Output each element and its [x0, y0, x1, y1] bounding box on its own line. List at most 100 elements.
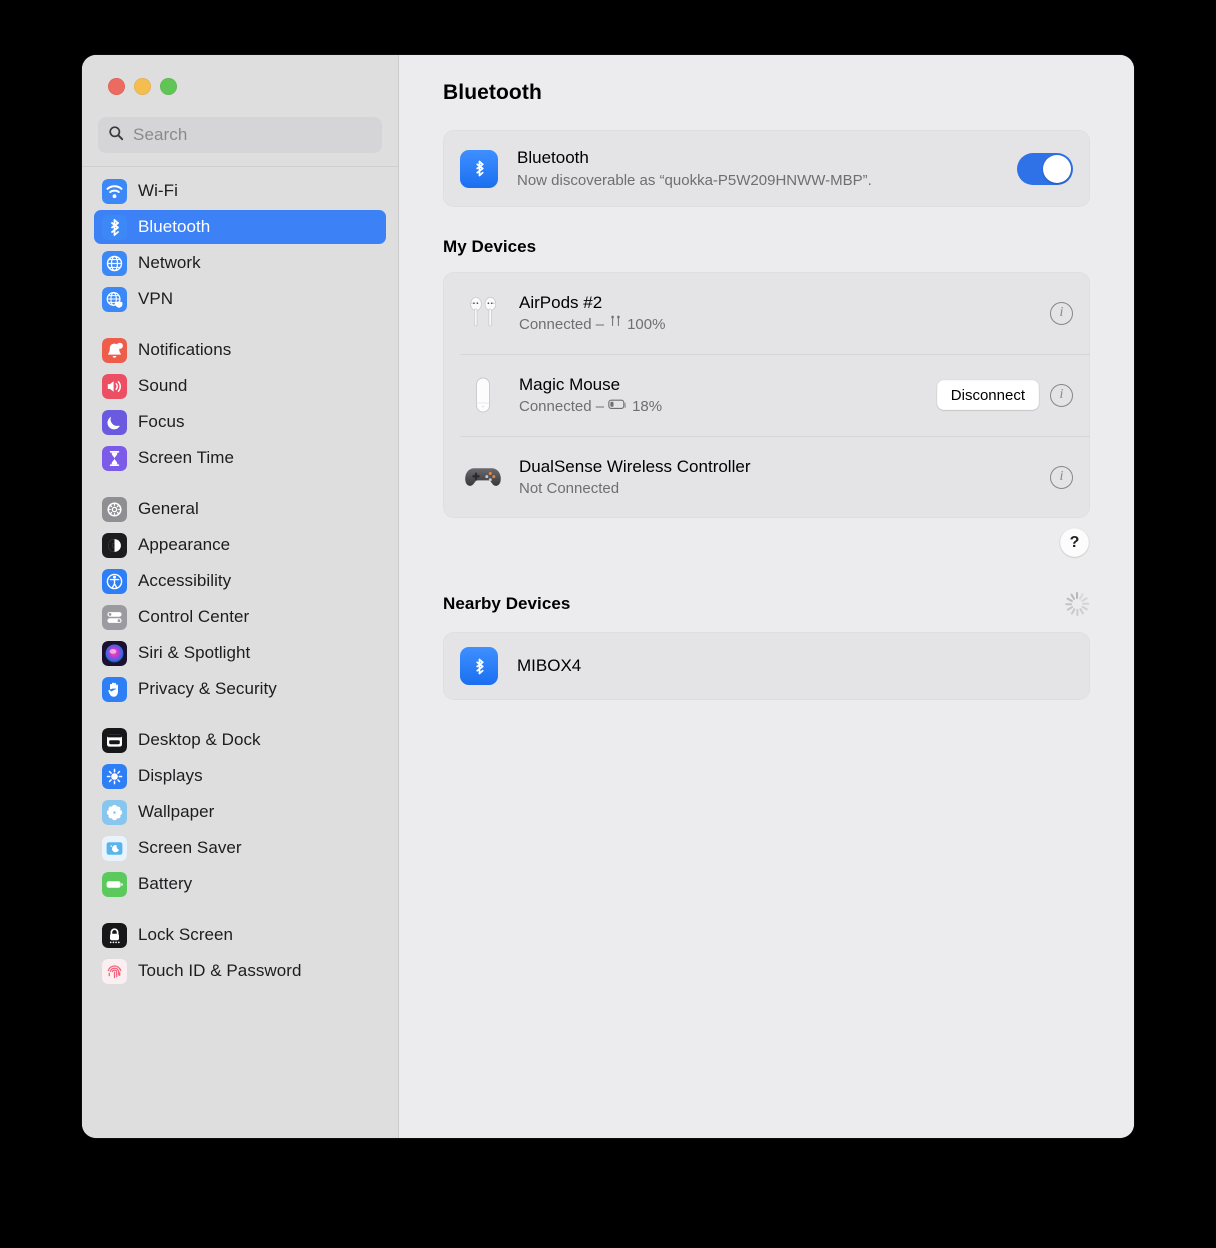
appearance-contrast-icon	[102, 532, 127, 558]
sidebar-item-label: Focus	[138, 412, 185, 431]
vpn-globe-shield-icon	[102, 286, 127, 312]
device-status: Not Connected	[519, 478, 1050, 499]
sidebar-item-lock-screen[interactable]: Lock Screen	[94, 918, 386, 952]
sidebar-item-control-center[interactable]: Control Center	[94, 600, 386, 634]
zoom-button[interactable]	[160, 77, 177, 95]
sidebar-item-label: Bluetooth	[138, 217, 211, 236]
device-actions: i	[1050, 301, 1073, 325]
sidebar-item-sound[interactable]: Sound	[94, 369, 386, 403]
table-row[interactable]: DualSense Wireless Controller Not Connec…	[443, 436, 1090, 518]
fingerprint-icon	[102, 958, 127, 984]
sidebar-item-bluetooth[interactable]: Bluetooth	[94, 210, 386, 244]
sidebar-list[interactable]: Wi-Fi Bluetooth Network VPN Notification…	[82, 166, 398, 1138]
device-battery-percent: 100%	[627, 316, 666, 333]
device-actions: i	[1050, 465, 1073, 489]
bell-icon	[102, 337, 127, 363]
battery-low-icon	[608, 396, 628, 417]
device-status-text: Not Connected	[519, 480, 620, 497]
sidebar-group-general: General Appearance Accessibility Control…	[94, 492, 386, 706]
device-name: DualSense Wireless Controller	[519, 457, 751, 476]
sidebar: Search Wi-Fi Bluetooth Network VPN Notif…	[82, 55, 399, 1138]
sidebar-item-wifi[interactable]: Wi-Fi	[94, 174, 386, 208]
loading-spinner	[1064, 591, 1090, 617]
sidebar-item-label: Screen Saver	[138, 838, 242, 857]
disconnect-button[interactable]: Disconnect	[936, 380, 1039, 410]
bluetooth-card-status: Now discoverable as “quokka-P5W209HNWW-M…	[517, 171, 872, 189]
desktop-dock-icon	[102, 727, 127, 753]
sidebar-item-label: Battery	[138, 874, 193, 893]
sidebar-item-displays[interactable]: Displays	[94, 759, 386, 793]
sidebar-item-focus[interactable]: Focus	[94, 405, 386, 439]
screen-saver-icon	[102, 835, 127, 861]
sidebar-item-label: Sound	[138, 376, 188, 395]
info-icon[interactable]: i	[1050, 383, 1073, 407]
close-button[interactable]	[108, 77, 125, 95]
hand-privacy-icon	[102, 676, 127, 702]
sidebar-item-label: Accessibility	[138, 571, 232, 590]
sidebar-item-wallpaper[interactable]: Wallpaper	[94, 795, 386, 829]
device-texts: Magic Mouse Connected – 18%	[519, 373, 937, 417]
sidebar-item-accessibility[interactable]: Accessibility	[94, 564, 386, 598]
table-row[interactable]: Magic Mouse Connected – 18% Disconnect i	[443, 354, 1090, 436]
sidebar-item-general[interactable]: General	[94, 492, 386, 526]
sidebar-group-security: Lock Screen Touch ID & Password	[94, 918, 386, 988]
bluetooth-toggle[interactable]	[1017, 152, 1073, 185]
sidebar-item-screen-time[interactable]: Screen Time	[94, 441, 386, 475]
sidebar-item-label: Lock Screen	[138, 925, 234, 944]
info-icon[interactable]: i	[1050, 301, 1073, 325]
sidebar-item-screen-saver[interactable]: Screen Saver	[94, 831, 386, 865]
siri-icon	[102, 640, 127, 666]
device-name: MIBOX4	[517, 656, 582, 675]
device-texts: AirPods #2 Connected – 100%	[519, 291, 1050, 335]
sidebar-item-label: Notifications	[138, 340, 232, 359]
sidebar-item-label: Wi-Fi	[138, 181, 178, 200]
sidebar-item-label: Wallpaper	[138, 802, 215, 821]
bluetooth-icon	[102, 214, 127, 240]
bluetooth-icon	[460, 647, 498, 685]
settings-window: Search Wi-Fi Bluetooth Network VPN Notif…	[82, 55, 1134, 1138]
sidebar-item-network[interactable]: Network	[94, 246, 386, 280]
info-icon[interactable]: i	[1050, 465, 1073, 489]
control-center-icon	[102, 604, 127, 630]
gear-icon	[102, 496, 127, 522]
sidebar-item-label: Privacy & Security	[138, 679, 277, 698]
sidebar-item-label: Desktop & Dock	[138, 730, 261, 749]
sidebar-item-label: Control Center	[138, 607, 250, 626]
search-container: Search	[82, 117, 398, 166]
airpods-battery-icon	[608, 314, 623, 335]
my-devices-title: My Devices	[443, 237, 537, 256]
help-button[interactable]: ?	[1060, 528, 1089, 557]
lock-icon	[102, 922, 127, 948]
hourglass-icon	[102, 445, 127, 471]
device-battery-percent: 18%	[632, 398, 663, 415]
nearby-devices-header: Nearby Devices	[443, 591, 1090, 617]
magic-mouse-icon	[460, 373, 506, 417]
sidebar-item-privacy-security[interactable]: Privacy & Security	[94, 672, 386, 706]
sidebar-item-vpn[interactable]: VPN	[94, 282, 386, 316]
device-name: AirPods #2	[519, 293, 603, 312]
device-name: Magic Mouse	[519, 375, 621, 394]
sidebar-item-appearance[interactable]: Appearance	[94, 528, 386, 562]
sidebar-item-battery[interactable]: Battery	[94, 867, 386, 901]
table-row[interactable]: AirPods #2 Connected – 100% i	[443, 272, 1090, 354]
sidebar-item-touch-id-password[interactable]: Touch ID & Password	[94, 954, 386, 988]
help-row: ?	[443, 528, 1090, 557]
sidebar-item-label: VPN	[138, 289, 174, 308]
search-icon	[108, 125, 124, 146]
airpods-icon	[460, 291, 506, 335]
nearby-devices-title: Nearby Devices	[443, 594, 571, 613]
sidebar-group-system: Notifications Sound Focus Screen Time	[94, 333, 386, 475]
list-item[interactable]: MIBOX4	[443, 632, 1090, 700]
wallpaper-flower-icon	[102, 799, 127, 825]
sidebar-item-siri-spotlight[interactable]: Siri & Spotlight	[94, 636, 386, 670]
nearby-devices-list: MIBOX4	[443, 632, 1090, 700]
minimize-button[interactable]	[134, 77, 151, 95]
device-texts: DualSense Wireless Controller Not Connec…	[519, 455, 1050, 499]
search-placeholder: Search	[133, 125, 188, 144]
gamepad-icon	[460, 462, 506, 492]
search-input[interactable]: Search	[98, 117, 382, 153]
sidebar-item-notifications[interactable]: Notifications	[94, 333, 386, 367]
sidebar-group-desktop: Desktop & Dock Displays Wallpaper Screen…	[94, 723, 386, 901]
sidebar-item-desktop-dock[interactable]: Desktop & Dock	[94, 723, 386, 757]
sidebar-group-network: Wi-Fi Bluetooth Network VPN	[94, 174, 386, 316]
